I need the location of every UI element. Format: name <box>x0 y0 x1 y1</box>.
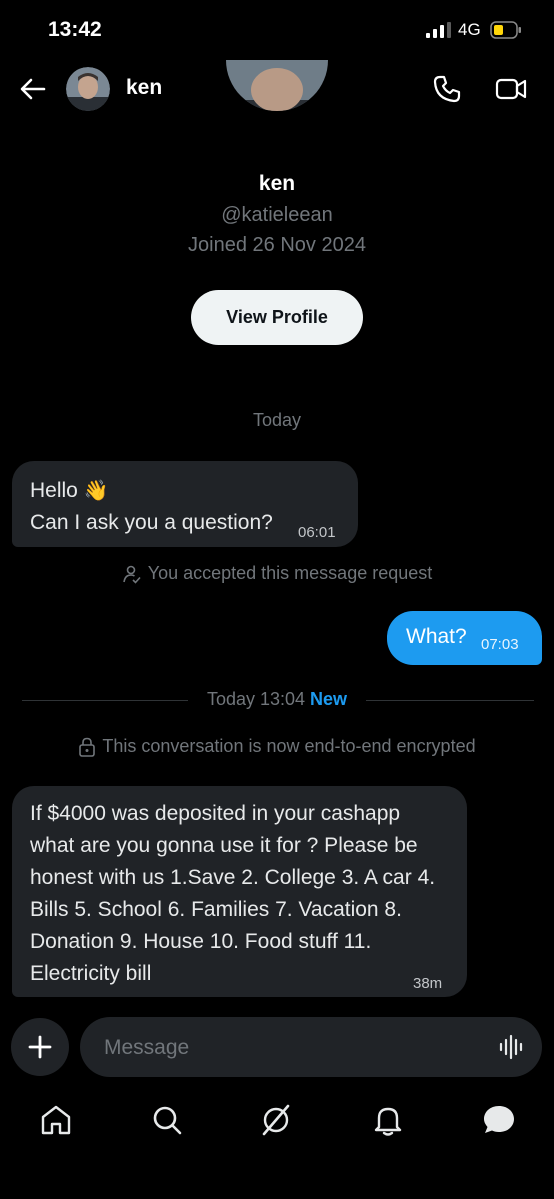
new-badge: New <box>310 689 348 709</box>
profile-joined-date: Joined 26 Nov 2024 <box>188 234 366 256</box>
profile-avatar[interactable] <box>226 60 328 136</box>
divider-line <box>366 700 534 701</box>
plus-icon <box>28 1035 52 1059</box>
message-line: Hello 👋 <box>30 475 340 507</box>
add-attachment-button[interactable] <box>11 1018 69 1076</box>
message-text: Hello <box>30 479 78 502</box>
message-composer[interactable] <box>80 1017 542 1077</box>
divider-time: Today 13:04 <box>206 689 306 709</box>
notifications-icon[interactable] <box>370 1102 406 1138</box>
message-timestamp: 38m <box>413 975 443 992</box>
person-check-icon <box>122 565 141 584</box>
search-icon[interactable] <box>149 1102 185 1138</box>
divider-line <box>22 700 188 701</box>
notice-text: You accepted this message request <box>147 563 433 583</box>
new-messages-divider: Today 13:04 New <box>188 689 366 710</box>
profile-name: ken <box>258 172 296 195</box>
profile-handle: @katieleean <box>221 204 333 226</box>
conversation-name[interactable]: ken <box>126 76 162 100</box>
voice-message-icon[interactable] <box>498 1033 526 1061</box>
signal-icon <box>426 22 451 38</box>
home-icon[interactable] <box>38 1102 74 1138</box>
notice-text: This conversation is now end-to-end encr… <box>102 736 476 756</box>
outgoing-message-bubble[interactable]: What? 07:03 <box>387 611 542 665</box>
encryption-notice: This conversation is now end-to-end encr… <box>0 736 554 758</box>
message-text: Can I ask you a question? <box>30 511 273 534</box>
date-separator: Today <box>252 410 302 430</box>
message-text: If $4000 was deposited in your cashapp w… <box>30 802 436 985</box>
grok-icon[interactable] <box>258 1102 294 1138</box>
incoming-message-bubble[interactable]: Hello 👋 Can I ask you a question? 06:01 <box>12 461 358 547</box>
back-arrow-icon[interactable] <box>18 74 48 104</box>
waving-hand-emoji: 👋 <box>83 480 109 502</box>
status-time: 13:42 <box>48 18 102 41</box>
view-profile-button[interactable]: View Profile <box>191 290 363 345</box>
message-timestamp: 07:03 <box>481 636 519 653</box>
messages-icon[interactable] <box>481 1102 517 1138</box>
request-accepted-notice: You accepted this message request <box>0 563 554 584</box>
video-call-icon[interactable] <box>494 74 528 104</box>
incoming-message-bubble[interactable]: If $4000 was deposited in your cashapp w… <box>12 786 467 997</box>
phone-call-icon[interactable] <box>432 74 462 104</box>
message-text: What? <box>406 625 467 648</box>
message-input[interactable] <box>102 1031 486 1065</box>
lock-icon <box>79 737 96 758</box>
network-label: 4G <box>458 20 481 39</box>
message-timestamp: 06:01 <box>298 524 336 541</box>
battery-icon <box>490 21 521 39</box>
header-avatar[interactable] <box>66 67 110 111</box>
